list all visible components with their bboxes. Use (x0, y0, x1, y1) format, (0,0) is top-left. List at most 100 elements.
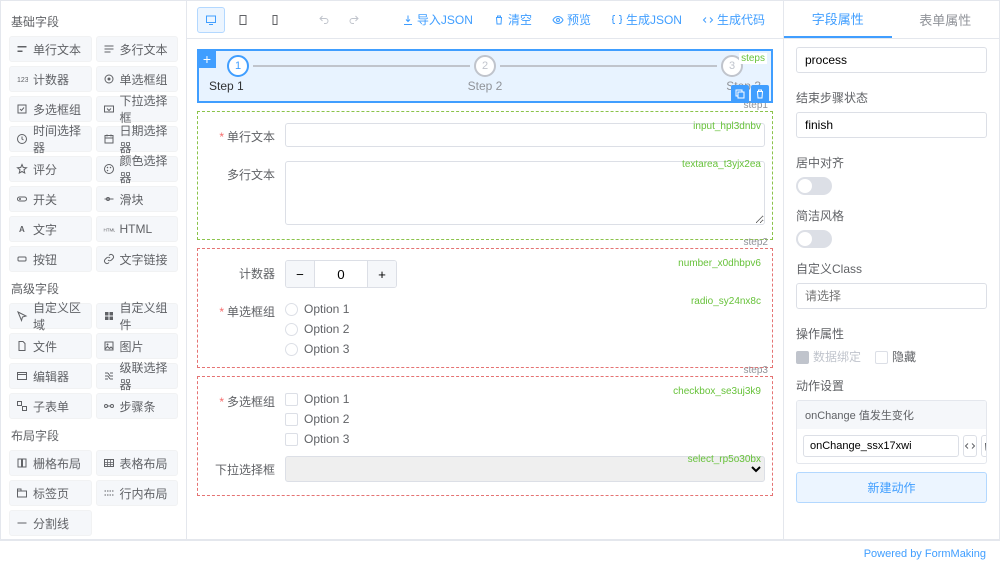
custom-class-select[interactable] (796, 283, 987, 309)
textarea-input[interactable] (285, 161, 765, 225)
palette-field-label: 开关 (33, 191, 57, 208)
undo-button[interactable] (311, 7, 337, 33)
device-desktop[interactable] (197, 7, 225, 33)
redo-button[interactable] (341, 7, 367, 33)
form-canvas[interactable]: + steps 1 2 3 Step 1 Step 2 Step 3 step1… (187, 39, 783, 539)
palette-field-label: 日期选择器 (120, 122, 172, 156)
palette-field[interactable]: 下拉选择框 (96, 96, 179, 122)
svg-text:HTML: HTML (103, 228, 115, 233)
delete-action-button[interactable] (981, 435, 987, 457)
step-pane[interactable]: step3多选框组Option 1Option 2Option 3checkbo… (197, 376, 773, 496)
form-row[interactable]: 单行文本input_hpl3dnbv (204, 118, 766, 156)
palette-field[interactable]: 分割线 (9, 510, 92, 536)
palette-field-label: 表格布局 (120, 455, 168, 472)
palette-field[interactable]: 颜色选择器 (96, 156, 179, 182)
palette-field[interactable]: 行内布局 (96, 480, 179, 506)
align-center-switch[interactable] (796, 177, 832, 195)
counter-minus[interactable]: − (286, 261, 314, 287)
step-pane[interactable]: step2计数器−+number_x0dhbpv6单选框组Option 1Opt… (197, 248, 773, 368)
palette-field[interactable]: 栅格布局 (9, 450, 92, 476)
form-row[interactable]: 下拉选择框select_rp5o30bx (204, 451, 766, 489)
palette-field[interactable]: 编辑器 (9, 363, 92, 389)
option-label: Option 1 (304, 392, 349, 406)
form-row[interactable]: 单选框组Option 1Option 2Option 3radio_sy24nx… (204, 293, 766, 361)
generate-json-button[interactable]: 生成JSON (603, 7, 690, 33)
palette-field[interactable]: 文件 (9, 333, 92, 359)
delete-widget-button[interactable] (751, 85, 769, 103)
preview-button[interactable]: 预览 (544, 7, 599, 33)
palette-field[interactable]: 滑块 (96, 186, 179, 212)
step-2-node[interactable]: 2 (474, 55, 496, 77)
simple-style-label: 简洁风格 (796, 207, 987, 224)
clear-button[interactable]: 清空 (485, 7, 540, 33)
palette-field[interactable]: 开关 (9, 186, 92, 212)
finish-status-input[interactable] (796, 112, 987, 138)
form-row[interactable]: 多行文本textarea_t3yjx2ea (204, 156, 766, 233)
palette-field[interactable]: 123计数器 (9, 66, 92, 92)
palette-field-label: 图片 (120, 338, 144, 355)
form-row[interactable]: 计数器−+number_x0dhbpv6 (204, 255, 766, 293)
checkbox-option[interactable]: Option 3 (285, 432, 765, 446)
checkbox-option[interactable]: Option 2 (285, 412, 765, 426)
palette-field[interactable]: 标签页 (9, 480, 92, 506)
field-id-tag: textarea_t3yjx2ea (682, 159, 761, 170)
palette-field[interactable]: 多行文本 (96, 36, 179, 62)
steps-widget[interactable]: + steps 1 2 3 Step 1 Step 2 Step 3 (197, 49, 773, 103)
palette-field-label: 计数器 (33, 71, 69, 88)
new-action-button[interactable]: 新建动作 (796, 472, 987, 503)
palette-field[interactable]: 多选框组 (9, 96, 92, 122)
import-icon (402, 14, 414, 26)
generate-code-button[interactable]: 生成代码 (694, 7, 773, 33)
trash-icon (754, 88, 766, 100)
widget-type-tag: steps (739, 53, 767, 64)
form-row[interactable]: 多选框组Option 1Option 2Option 3checkbox_se3… (204, 383, 766, 451)
palette-field-label: 分割线 (33, 515, 69, 532)
process-status-input[interactable] (796, 47, 987, 73)
palette-field[interactable]: 日期选择器 (96, 126, 179, 152)
palette-field[interactable]: 时间选择器 (9, 126, 92, 152)
copy-widget-button[interactable] (731, 85, 749, 103)
palette-field-label: 多行文本 (120, 41, 168, 58)
palette-field[interactable]: 图片 (96, 333, 179, 359)
palette-field-label: 级联选择器 (120, 359, 172, 393)
counter-value[interactable] (314, 261, 368, 287)
field-props-tab[interactable]: 字段属性 (784, 1, 892, 38)
palette-field[interactable]: 步骤条 (96, 393, 179, 419)
add-step-button[interactable]: + (198, 50, 216, 68)
palette-field[interactable]: 子表单 (9, 393, 92, 419)
link-icon (103, 253, 115, 265)
step-1-node[interactable]: 1 (227, 55, 249, 77)
palette-field[interactable]: 自定义组件 (96, 303, 179, 329)
import-json-button[interactable]: 导入JSON (394, 7, 481, 33)
html-icon: HTML (103, 223, 115, 235)
palette-field[interactable]: 单行文本 (9, 36, 92, 62)
data-binding-checkbox[interactable]: 数据绑定 (796, 348, 861, 365)
step-2-label: Step 2 (393, 79, 577, 93)
palette-field[interactable]: 按钮 (9, 246, 92, 272)
counter-plus[interactable]: + (368, 261, 396, 287)
steps-header: 1 2 3 (199, 51, 771, 77)
palette-field[interactable]: A文字 (9, 216, 92, 242)
file-icon (16, 340, 28, 352)
hide-checkbox[interactable]: 隐藏 (875, 348, 916, 365)
palette-field[interactable]: 表格布局 (96, 450, 179, 476)
device-mobile[interactable] (261, 7, 289, 33)
radio-option[interactable]: Option 2 (285, 322, 765, 336)
field-id-tag: input_hpl3dnbv (693, 121, 761, 132)
form-props-tab[interactable]: 表单属性 (892, 1, 1000, 38)
step-pane[interactable]: step1单行文本input_hpl3dnbv多行文本textarea_t3yj… (197, 111, 773, 240)
palette-field[interactable]: 评分 (9, 156, 92, 182)
action-function-input[interactable] (803, 435, 959, 457)
palette-field[interactable]: 自定义区域 (9, 303, 92, 329)
footer-credit: Powered by FormMaking (0, 540, 1000, 566)
palette-field[interactable]: 文字链接 (96, 246, 179, 272)
device-tablet[interactable] (229, 7, 257, 33)
edit-action-button[interactable] (963, 435, 977, 457)
palette-field[interactable]: HTMLHTML (96, 216, 179, 242)
palette-field[interactable]: 级联选择器 (96, 363, 179, 389)
simple-style-switch[interactable] (796, 230, 832, 248)
counter-input[interactable]: −+ (285, 260, 397, 288)
svg-text:A: A (19, 225, 25, 234)
palette-field[interactable]: 单选框组 (96, 66, 179, 92)
radio-option[interactable]: Option 3 (285, 342, 765, 356)
